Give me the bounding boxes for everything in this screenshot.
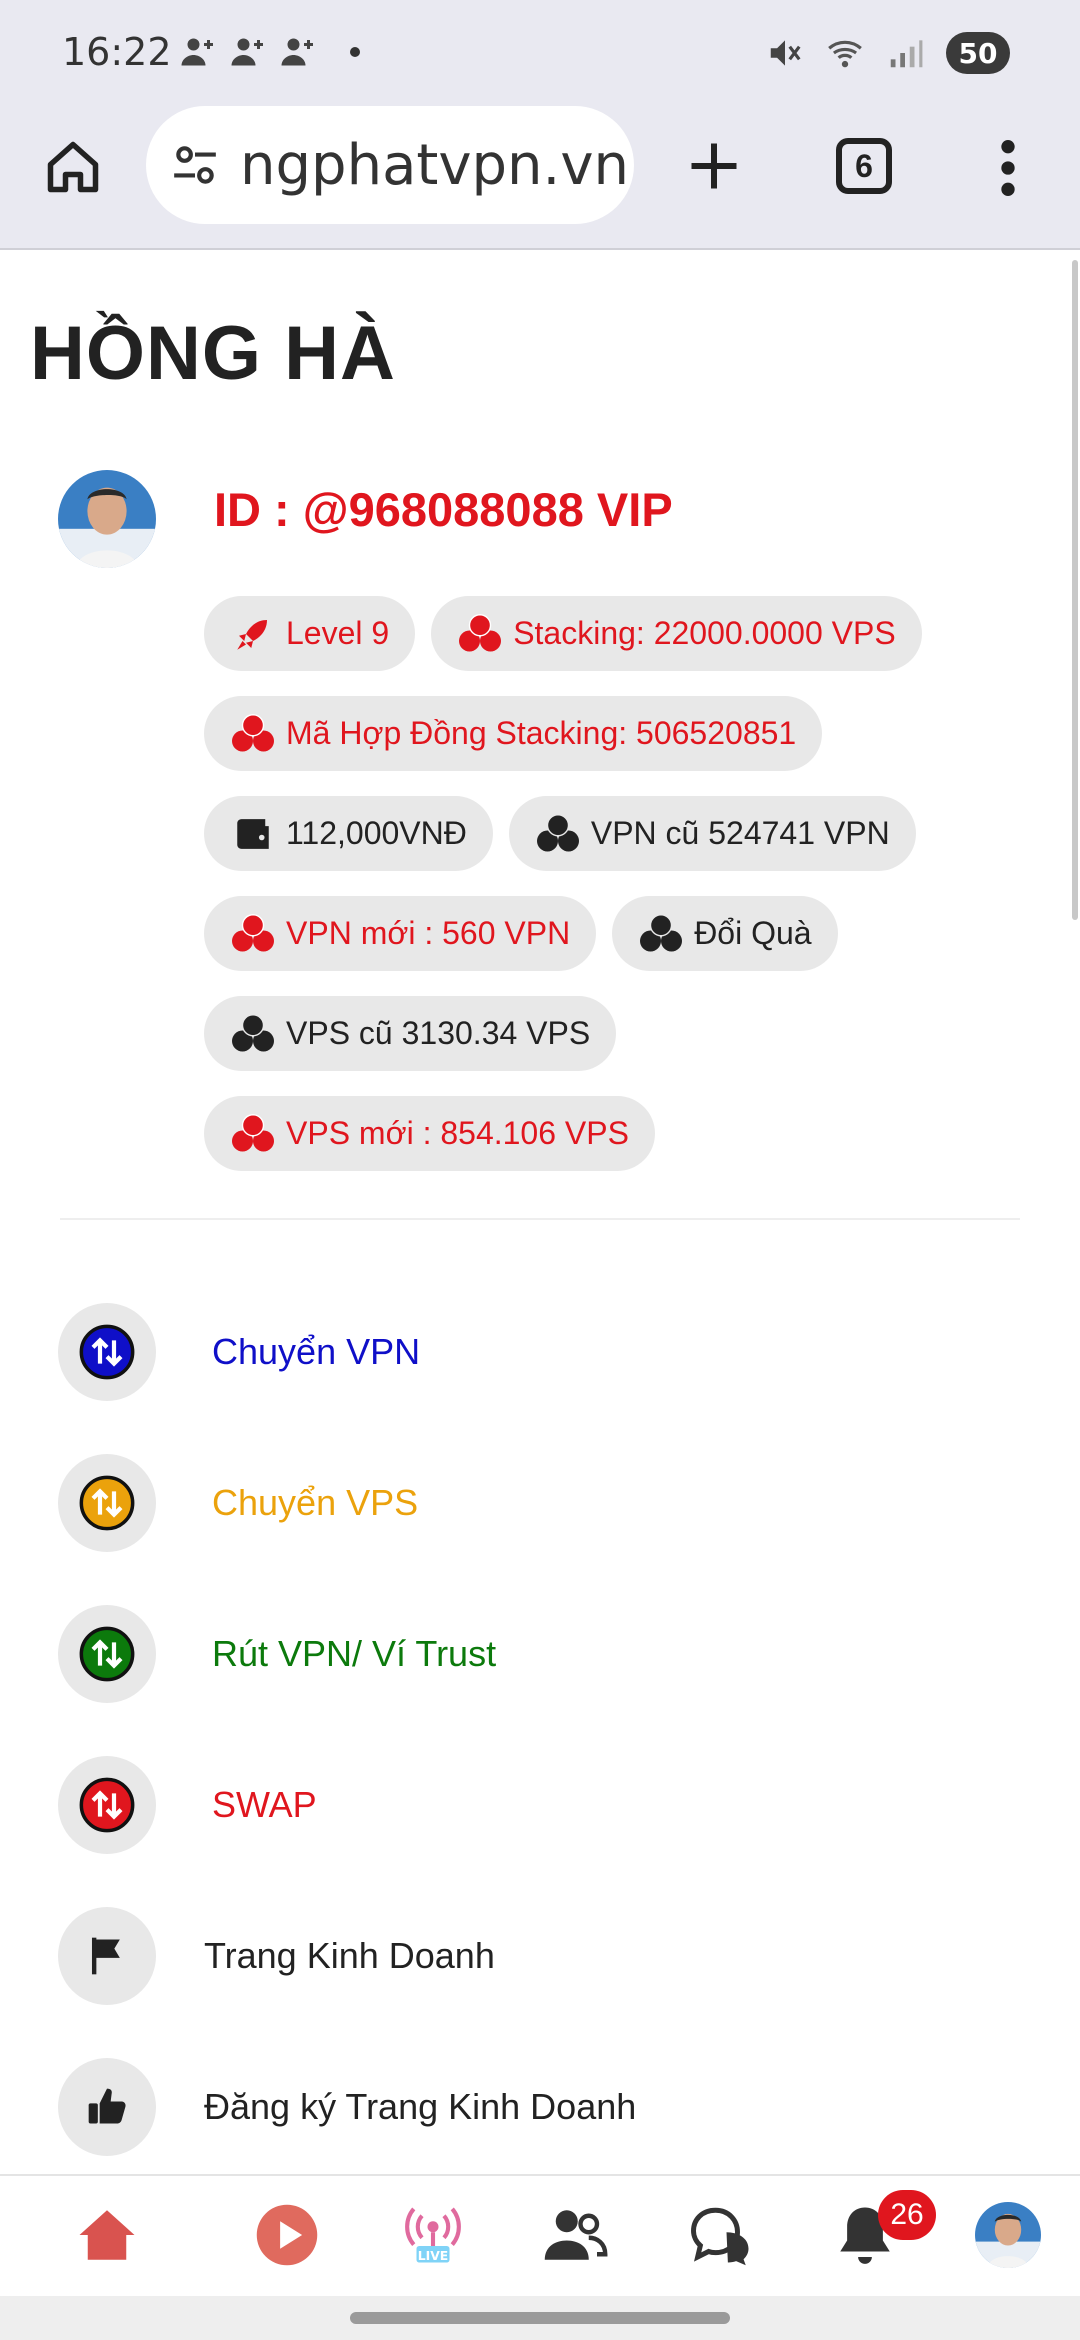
stacking-badge[interactable]: Stacking: 22000.0000 VPS — [431, 596, 922, 671]
transfer-icon — [79, 1324, 135, 1379]
notification-count-badge[interactable]: 26 — [878, 2190, 936, 2240]
avatar-image — [975, 2202, 1041, 2268]
withdraw-vpn-item[interactable]: Rút VPN/ Ví Trust — [58, 1578, 1018, 1729]
person-add-icon — [231, 38, 263, 66]
mute-icon — [770, 40, 801, 66]
badge-label: VPN cũ 524741 VPN — [590, 815, 890, 851]
coins-icon — [459, 613, 502, 651]
more-vert-icon[interactable] — [988, 136, 1028, 200]
coins-icon — [536, 813, 579, 851]
menu-label[interactable]: Rút VPN/ Ví Trust — [212, 1633, 496, 1675]
home-icon — [79, 2210, 135, 2260]
status-dot — [350, 47, 360, 57]
wallet-badge[interactable]: 112,000VNĐ — [204, 796, 493, 871]
page-title: HỒNG HÀ — [30, 311, 396, 396]
vps-old-badge[interactable]: VPS cũ 3130.34 VPS — [204, 996, 617, 1071]
nav-friends[interactable] — [540, 2200, 610, 2270]
avatar-image — [58, 470, 156, 568]
home-icon — [47, 141, 99, 193]
address-bar[interactable]: ngphatvpn.vn — [146, 106, 634, 224]
contract-badge[interactable]: Mã Hợp Đồng Stacking: 506520851 — [204, 696, 823, 771]
menu-icon-container — [58, 2057, 156, 2156]
menu-label[interactable]: Trang Kinh Doanh — [204, 1935, 495, 1977]
menu-label[interactable]: Chuyển VPS — [212, 1482, 418, 1524]
badge-list: Level 9 Stacking: 22000.0000 VPS Mã Hợp … — [204, 596, 1034, 1196]
profile-avatar[interactable] — [975, 2202, 1041, 2268]
user-id: ID : @968088088 VIP — [214, 483, 673, 536]
status-time: 16:22 — [62, 30, 172, 74]
badge-label: Đổi Quà — [694, 915, 812, 951]
badge-label: VPN mới : 560 VPN — [286, 915, 571, 951]
gesture-handle[interactable] — [350, 2312, 730, 2324]
coins-icon — [640, 913, 683, 951]
nav-chat[interactable] — [686, 2200, 756, 2270]
vps-new-badge[interactable]: VPS mới : 854.106 VPS — [204, 1096, 655, 1171]
business-page-item[interactable]: Trang Kinh Doanh — [58, 1880, 1018, 2031]
action-menu: Chuyển VPN Chuyển VPS Rút VPN/ Ví Trust … — [58, 1276, 1018, 2182]
avatar[interactable] — [58, 470, 156, 568]
menu-icon-container — [58, 1604, 156, 1703]
swap-item[interactable]: SWAP — [58, 1729, 1018, 1880]
live-icon: LIVE — [405, 2207, 461, 2263]
menu-icon-container — [58, 1755, 156, 1854]
redeem-gift-badge[interactable]: Đổi Quà — [612, 896, 838, 971]
wallet-icon — [237, 818, 269, 849]
url-text[interactable]: ngphatvpn.vn — [240, 133, 629, 198]
person-add-icon — [181, 38, 213, 66]
rocket-icon — [237, 619, 267, 650]
wifi-icon — [828, 40, 862, 68]
badge-label: Mã Hợp Đồng Stacking: 506520851 — [286, 715, 797, 751]
friends-icon — [544, 2210, 608, 2260]
nav-home[interactable] — [72, 2200, 142, 2270]
menu-icon-container — [58, 1453, 156, 1552]
badge-label: Stacking: 22000.0000 VPS — [513, 615, 896, 651]
thumbs-up-icon — [88, 2088, 126, 2123]
menu-icon-container — [58, 1302, 156, 1401]
vpn-new-badge[interactable]: VPN mới : 560 VPN — [204, 896, 597, 971]
menu-icon-container — [58, 1906, 156, 2005]
divider — [60, 1218, 1020, 1220]
menu-label[interactable]: SWAP — [212, 1784, 317, 1826]
transfer-icon — [79, 1475, 135, 1530]
tab-switcher-button[interactable]: 6 — [836, 138, 892, 194]
register-business-page-item[interactable]: Đăng ký Trang Kinh Doanh — [58, 2031, 1018, 2182]
coins-icon — [232, 713, 274, 751]
coins-icon — [232, 913, 274, 951]
vpn-old-badge[interactable]: VPN cũ 524741 VPN — [508, 796, 916, 871]
badge-label: VPS cũ 3130.34 VPS — [286, 1015, 591, 1051]
coins-icon — [232, 1113, 274, 1151]
tune-icon[interactable] — [170, 140, 220, 190]
menu-label[interactable]: Chuyển VPN — [212, 1331, 420, 1373]
level-badge[interactable]: Level 9 — [204, 596, 416, 671]
transfer-vpn-item[interactable]: Chuyển VPN — [58, 1276, 1018, 1427]
home-button[interactable] — [40, 134, 106, 200]
flag-icon — [91, 1937, 120, 1974]
person-add-icon — [281, 38, 313, 66]
badge-label: VPS mới : 854.106 VPS — [286, 1115, 629, 1151]
signal-icon — [890, 40, 923, 68]
status-notification-icons — [180, 34, 360, 70]
live-label: LIVE — [418, 2249, 448, 2263]
play-icon — [256, 2204, 318, 2266]
battery-indicator: 50 — [946, 32, 1010, 74]
new-tab-button[interactable] — [684, 136, 744, 196]
scrollbar[interactable] — [1072, 260, 1078, 920]
transfer-vps-item[interactable]: Chuyển VPS — [58, 1427, 1018, 1578]
bottom-navigation: LIVE 26 — [0, 2174, 1080, 2296]
chat-icon — [691, 2207, 749, 2266]
nav-live[interactable]: LIVE — [398, 2200, 468, 2270]
coins-icon — [232, 1013, 274, 1051]
status-system-icons: 50 — [766, 32, 1010, 74]
badge-label: Level 9 — [286, 615, 390, 651]
status-bar: 16:22 50 — [0, 0, 1080, 100]
badge-label: 112,000VNĐ — [286, 815, 467, 851]
transfer-icon — [79, 1777, 135, 1832]
browser-toolbar: ngphatvpn.vn 6 — [0, 100, 1080, 250]
nav-video[interactable] — [252, 2200, 322, 2270]
transfer-icon — [79, 1626, 135, 1681]
menu-label[interactable]: Đăng ký Trang Kinh Doanh — [204, 2086, 636, 2128]
